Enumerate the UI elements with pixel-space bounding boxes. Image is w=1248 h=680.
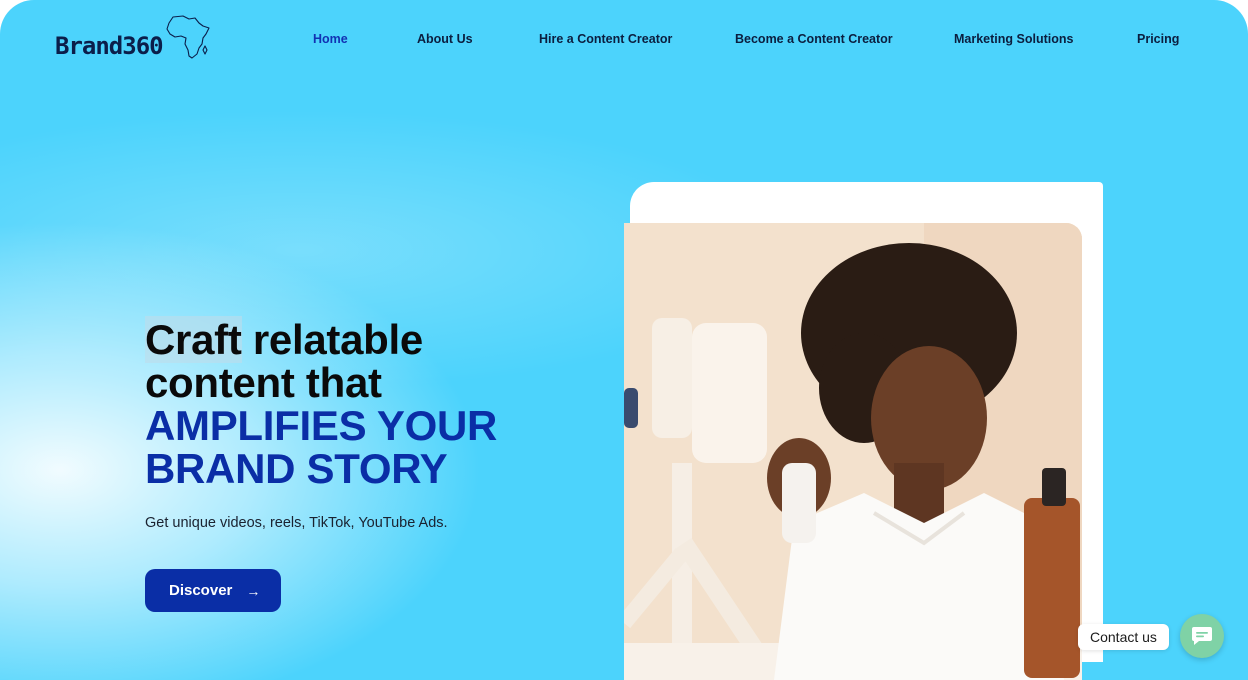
nav-hire-content-creator[interactable]: Hire a Content Creator (539, 32, 672, 46)
hero-title-accent-line-1: AMPLIFIES YOUR (145, 402, 498, 449)
contact-button[interactable] (1180, 614, 1224, 658)
hero-photo (624, 223, 1082, 680)
hero-title-line-1: Craft relatable (145, 316, 497, 363)
site-header: Brand360 Home About Us Hire a Content Cr… (0, 0, 1248, 80)
nav-pricing[interactable]: Pricing (1137, 32, 1179, 46)
hero-title: Craft relatable content that AMPLIFIES Y… (145, 316, 498, 492)
chat-bubble-icon (1192, 627, 1212, 645)
main-nav: Home About Us Hire a Content Creator Bec… (0, 32, 1248, 52)
hero-title-highlight: Craft (145, 316, 242, 363)
discover-button-label: Discover (169, 582, 233, 599)
hero-title-line-2: content that (145, 359, 382, 406)
contact-us-label[interactable]: Contact us (1078, 624, 1169, 650)
arrow-right-icon: → (246, 582, 261, 599)
landing-page: Brand360 Home About Us Hire a Content Cr… (0, 0, 1248, 680)
hero-title-line-1-rest: relatable (241, 316, 423, 363)
hero-subtitle: Get unique videos, reels, TikTok, YouTub… (145, 515, 448, 531)
nav-home[interactable]: Home (313, 32, 348, 46)
nav-become-content-creator[interactable]: Become a Content Creator (735, 32, 893, 46)
discover-button[interactable]: Discover → (145, 569, 281, 612)
nav-about-us[interactable]: About Us (417, 32, 473, 46)
nav-marketing-solutions[interactable]: Marketing Solutions (954, 32, 1073, 46)
hero-title-accent-line-2: BRAND STORY (145, 445, 448, 492)
creator-illustration (624, 223, 1082, 680)
